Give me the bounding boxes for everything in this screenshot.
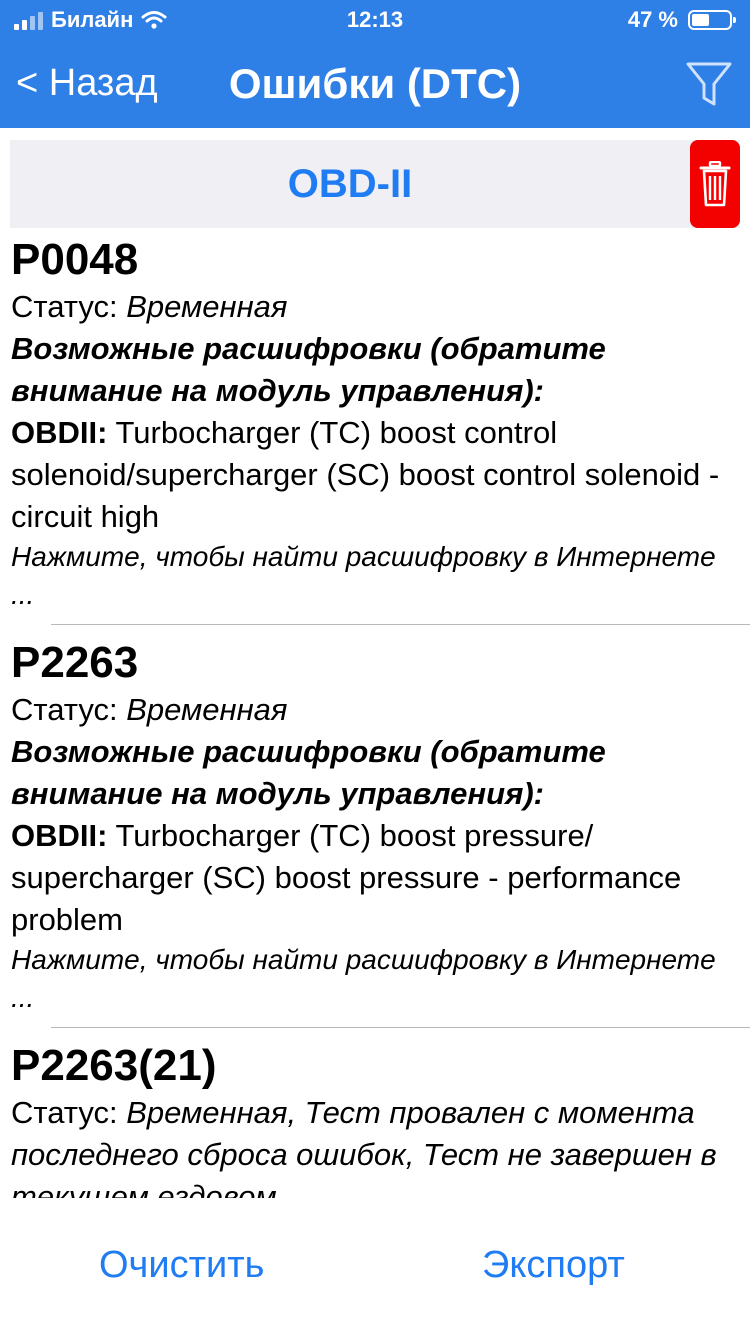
dtc-list[interactable]: P0048 Статус: Временная Возможные расшиф… <box>0 228 750 1198</box>
dtc-status: Статус: Временная <box>11 689 740 731</box>
divider <box>51 1027 750 1028</box>
status-value: Временная <box>126 692 288 727</box>
export-button[interactable]: Экспорт <box>482 1244 625 1287</box>
battery-icon <box>688 10 736 30</box>
top-bar: Билайн 12:13 47 % < Назад Ошибки (DTC) <box>0 0 750 128</box>
nav-bar: < Назад Ошибки (DTC) <box>0 40 750 128</box>
dtc-description: OBDII: Turbocharger (TC) boost pressure/… <box>11 815 740 941</box>
divider <box>51 624 750 625</box>
source-label: OBDII: <box>11 415 108 450</box>
section-title: OBD-II <box>287 162 413 206</box>
delete-button[interactable] <box>690 140 740 228</box>
dtc-description: OBDII: Turbocharger (TC) boost control s… <box>11 412 740 538</box>
status-value: Временная <box>126 289 288 324</box>
description-text: Turbocharger (TC) boost control solenoid… <box>11 415 720 534</box>
status-label: Статус: <box>11 1095 127 1130</box>
status-label: Статус: <box>11 692 127 727</box>
dtc-item[interactable]: P2263 Статус: Временная Возможные расшиф… <box>0 631 750 1034</box>
trash-icon <box>699 161 731 207</box>
status-bar: Билайн 12:13 47 % <box>0 0 750 40</box>
description-text: Turbocharger (TC) boost pressure/ superc… <box>11 818 682 937</box>
decode-header: Возможные расшифровки (обратите внимание… <box>11 734 606 811</box>
filter-icon[interactable] <box>684 58 734 110</box>
search-online-link[interactable]: Нажмите, чтобы найти расшифровку в Интер… <box>11 941 740 1017</box>
search-online-link[interactable]: Нажмите, чтобы найти расшифровку в Интер… <box>11 538 740 614</box>
clear-button[interactable]: Очистить <box>99 1244 264 1287</box>
section-header: OBD-II <box>10 140 740 228</box>
decode-header: Возможные расшифровки (обратите внимание… <box>11 331 606 408</box>
bottom-toolbar: Очистить Экспорт <box>0 1200 750 1334</box>
dtc-item[interactable]: P2263(21) Статус: Временная, Тест провал… <box>0 1034 750 1198</box>
dtc-item[interactable]: P0048 Статус: Временная Возможные расшиф… <box>0 228 750 631</box>
dtc-status: Статус: Временная, Тест провален с момен… <box>11 1092 740 1198</box>
battery-percent: 47 % <box>627 7 678 32</box>
dtc-code: P2263 <box>11 638 139 687</box>
source-label: OBDII: <box>11 818 108 853</box>
status-right: 47 % <box>627 7 736 33</box>
dtc-code: P2263(21) <box>11 1041 217 1090</box>
status-label: Статус: <box>11 289 127 324</box>
battery-fill <box>692 14 709 26</box>
page-title: Ошибки (DTC) <box>228 60 522 107</box>
dtc-code: P0048 <box>11 235 139 284</box>
dtc-status: Статус: Временная <box>11 286 740 328</box>
